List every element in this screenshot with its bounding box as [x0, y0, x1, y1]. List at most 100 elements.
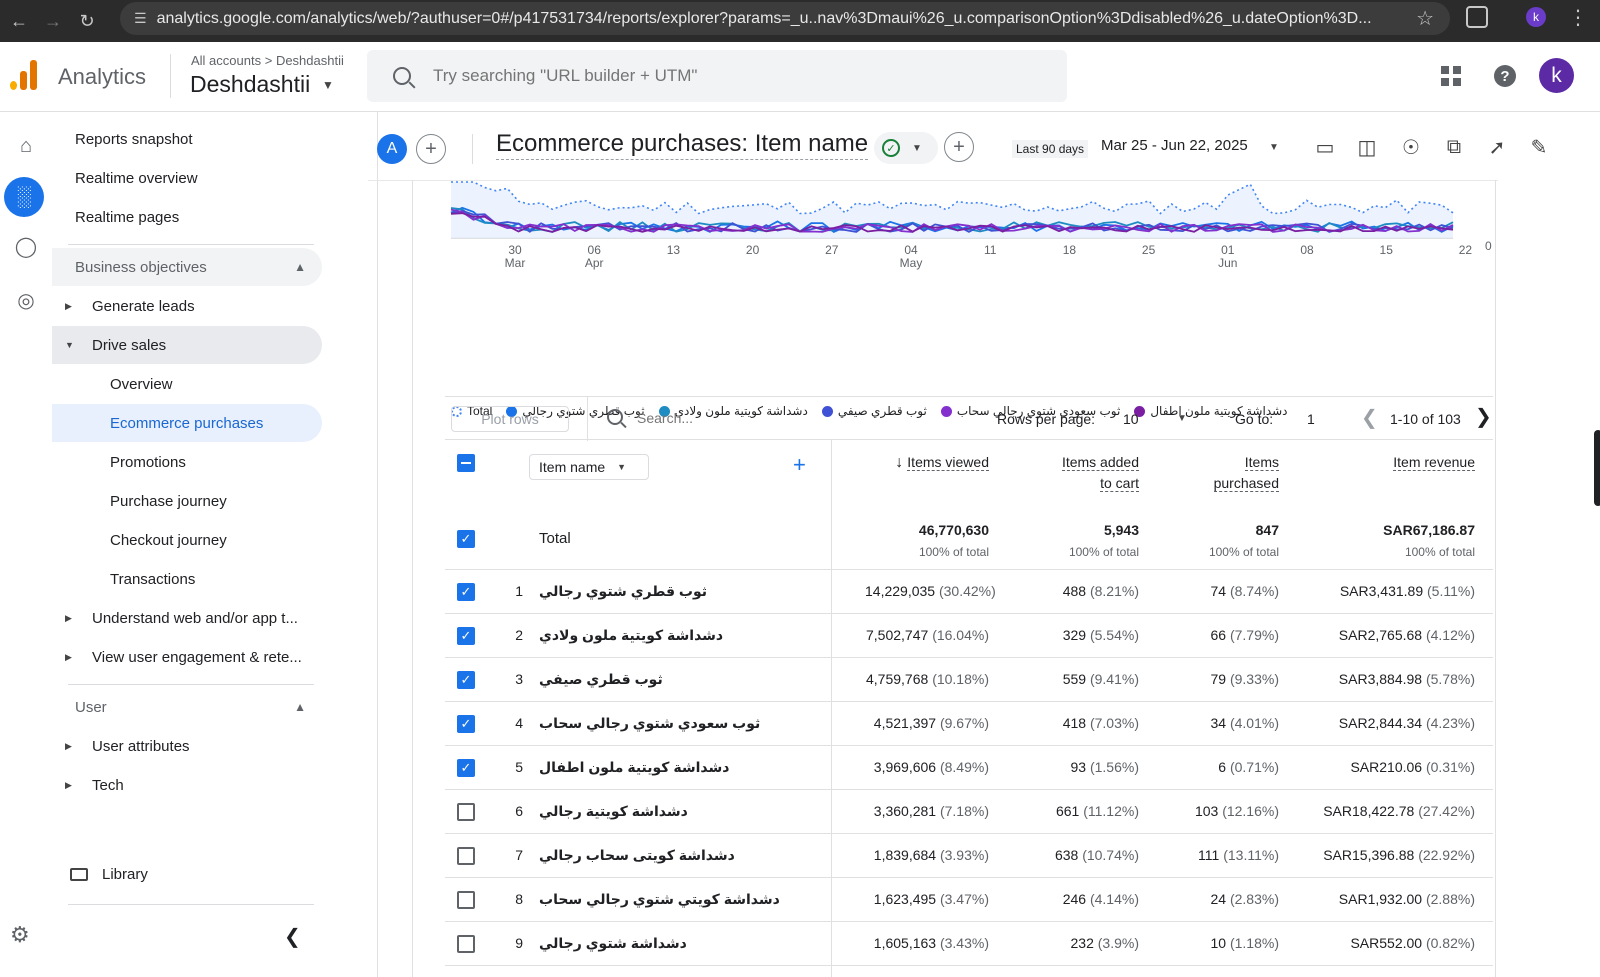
nav-realtime-overview[interactable]: Realtime overview: [52, 159, 322, 197]
totals-checkbox[interactable]: ✓: [457, 530, 475, 548]
row-checkbox[interactable]: ✓: [457, 759, 475, 777]
annotation-icon[interactable]: ▭: [1312, 134, 1338, 160]
plot-rows-button[interactable]: Plot rows: [451, 406, 569, 432]
share-icon[interactable]: ⧉: [1441, 134, 1467, 160]
section-user[interactable]: User ▲: [52, 688, 322, 726]
property-dropdown-icon[interactable]: ▼: [322, 78, 334, 92]
insights-icon[interactable]: ☉: [1398, 134, 1424, 160]
prev-page-icon[interactable]: ❮: [1361, 405, 1378, 430]
add-comparison-button[interactable]: +: [416, 134, 446, 164]
cell-percent: (8.21%): [1089, 583, 1139, 599]
address-bar[interactable]: ☰ analytics.google.com/analytics/web/?au…: [120, 2, 1450, 35]
header-items-added-to-cart[interactable]: Items added to cart: [1005, 452, 1139, 494]
browser-menu-icon[interactable]: ⋮: [1568, 5, 1588, 30]
property-selector[interactable]: Deshdashtii: [190, 71, 310, 98]
table-row[interactable]: ✓ 1 ثوب قطري شتوي رجالي 14,229,035 (30.42%)…: [445, 570, 1493, 614]
date-caret-down-icon[interactable]: ▼: [1269, 142, 1279, 153]
nav-overview[interactable]: Overview: [52, 365, 322, 403]
trend-sparkle-icon[interactable]: ➚: [1484, 134, 1510, 160]
breadcrumb-account[interactable]: Deshdashtii: [276, 53, 344, 68]
expand-triangle-icon: ▶: [65, 612, 72, 623]
home-icon[interactable]: ⌂: [10, 130, 42, 162]
reload-icon[interactable]: ↻: [72, 6, 102, 36]
apps-grid-icon[interactable]: [1441, 66, 1461, 86]
caret-down-icon[interactable]: ▼: [1177, 413, 1187, 424]
nav-promotions[interactable]: Promotions: [52, 443, 322, 481]
nav-drive-sales[interactable]: ▼ Drive sales: [52, 326, 322, 364]
table-row[interactable]: ✓ 4 ثوب سعودي شتوي رجالي سحاب 4,521,397 (9.…: [445, 702, 1493, 746]
table-row[interactable]: 6 دشداشة كويتية رجالي 3,360,281 (7.18%) 661…: [445, 790, 1493, 834]
section-business-objectives[interactable]: Business objectives ▲: [52, 248, 322, 286]
extensions-icon[interactable]: [1466, 6, 1488, 28]
report-title[interactable]: Ecommerce purchases: Item name: [496, 130, 869, 160]
rows-per-page-select[interactable]: 10: [1123, 411, 1139, 427]
row-checkbox[interactable]: [457, 847, 475, 865]
select-all-checkbox[interactable]: [457, 454, 475, 472]
edit-pencil-icon[interactable]: ✎: [1526, 134, 1552, 160]
browser-profile-avatar[interactable]: k: [1526, 7, 1546, 27]
explore-icon[interactable]: ◯: [10, 230, 42, 262]
row-checkbox[interactable]: ✓: [457, 671, 475, 689]
search-input[interactable]: [433, 66, 1033, 86]
bookmark-star-icon[interactable]: ☆: [1416, 6, 1434, 31]
row-checkbox[interactable]: [457, 935, 475, 953]
header-items-purchased[interactable]: Items purchased: [1155, 452, 1279, 494]
account-avatar[interactable]: k: [1539, 58, 1574, 93]
nav-user-engagement[interactable]: ▶ View user engagement & rete...: [52, 638, 322, 676]
cell-value: 246: [1062, 891, 1087, 907]
row-checkbox[interactable]: ✓: [457, 627, 475, 645]
table-row[interactable]: ✓ 3 ثوب قطري صيفي 4,759,768 (10.18%) 559 (9.…: [445, 658, 1493, 702]
back-icon[interactable]: ←: [4, 6, 34, 36]
goto-page-input[interactable]: 1: [1307, 411, 1315, 427]
collapse-sidebar-icon[interactable]: ❮: [284, 924, 301, 949]
breadcrumb[interactable]: All accounts > Deshdashtii: [191, 53, 344, 68]
next-page-icon[interactable]: ❯: [1475, 404, 1492, 429]
table-row[interactable]: 7 دشداشة كويتى سحاب رجالي 1,839,684 (3.93%…: [445, 834, 1493, 878]
report-status-dropdown[interactable]: ✓ ▼: [874, 132, 938, 164]
global-search[interactable]: [367, 50, 1067, 102]
nav-realtime-pages[interactable]: Realtime pages: [52, 198, 322, 236]
row-checkbox[interactable]: [457, 891, 475, 909]
cell-percent: (5.54%): [1089, 627, 1139, 643]
advertising-icon[interactable]: ◎: [10, 284, 42, 316]
breadcrumb-all-accounts[interactable]: All accounts: [191, 53, 261, 68]
add-dimension-icon[interactable]: +: [793, 452, 806, 478]
admin-gear-icon[interactable]: ⚙: [10, 922, 30, 948]
header-items-viewed[interactable]: ↓ Items viewed: [865, 452, 989, 473]
sidebar-divider: [68, 904, 314, 905]
date-range-selector[interactable]: Mar 25 - Jun 22, 2025: [1101, 137, 1248, 154]
nav-understand-web-app[interactable]: ▶ Understand web and/or app t...: [52, 599, 322, 637]
page-scrollbar[interactable]: [1594, 430, 1600, 506]
nav-reports-snapshot[interactable]: Reports snapshot: [52, 120, 322, 158]
nav-tech[interactable]: ▶ Tech: [52, 766, 322, 804]
cell-value: 488: [1062, 583, 1087, 599]
header-item-revenue[interactable]: Item revenue: [1295, 452, 1475, 473]
add-card-button[interactable]: +: [944, 132, 974, 162]
row-checkbox[interactable]: ✓: [457, 583, 475, 601]
date-preset-label[interactable]: Last 90 days: [1012, 140, 1089, 158]
nav-user-attributes[interactable]: ▶ User attributes: [52, 727, 322, 765]
comparison-chip[interactable]: A: [377, 134, 407, 164]
row-checkbox[interactable]: ✓: [457, 715, 475, 733]
nav-library[interactable]: Library: [70, 866, 148, 883]
nav-checkout-journey[interactable]: Checkout journey: [52, 521, 322, 559]
table-row[interactable]: 10قطري شتوي ( ولادي )1,180,508 (2.52%)10…: [445, 966, 1493, 977]
cell-items-viewed: 3,360,281 (7.18%): [865, 803, 989, 819]
nav-ecommerce-purchases[interactable]: Ecommerce purchases: [52, 404, 322, 442]
dimension-selector[interactable]: Item name ▼: [529, 454, 649, 480]
forward-icon[interactable]: →: [38, 6, 68, 36]
table-row[interactable]: ✓ 2 دشداشة كويتية ملون ولادي 7,502,747 (16.…: [445, 614, 1493, 658]
url-text[interactable]: analytics.google.com/analytics/web/?auth…: [157, 10, 1407, 28]
table-search-input[interactable]: [637, 410, 837, 426]
help-icon[interactable]: ?: [1494, 65, 1516, 87]
table-row[interactable]: 8 دشداشة كويتي شتوي رجالي سحاب 1,623,495 (…: [445, 878, 1493, 922]
nav-purchase-journey[interactable]: Purchase journey: [52, 482, 322, 520]
nav-generate-leads[interactable]: ▶ Generate leads: [52, 287, 322, 325]
row-checkbox[interactable]: [457, 803, 475, 821]
site-settings-icon[interactable]: ☰: [134, 10, 147, 27]
table-row[interactable]: ✓ 5 دشداشة كويتية ملون اطفال 3,969,606 (8.4…: [445, 746, 1493, 790]
table-row[interactable]: 9 دشداشة شتوي رجالي 1,605,163 (3.43%) 232 (…: [445, 922, 1493, 966]
nav-transactions[interactable]: Transactions: [52, 560, 322, 598]
compare-columns-icon[interactable]: ◫: [1354, 134, 1380, 160]
reports-icon[interactable]: ░: [4, 177, 44, 217]
